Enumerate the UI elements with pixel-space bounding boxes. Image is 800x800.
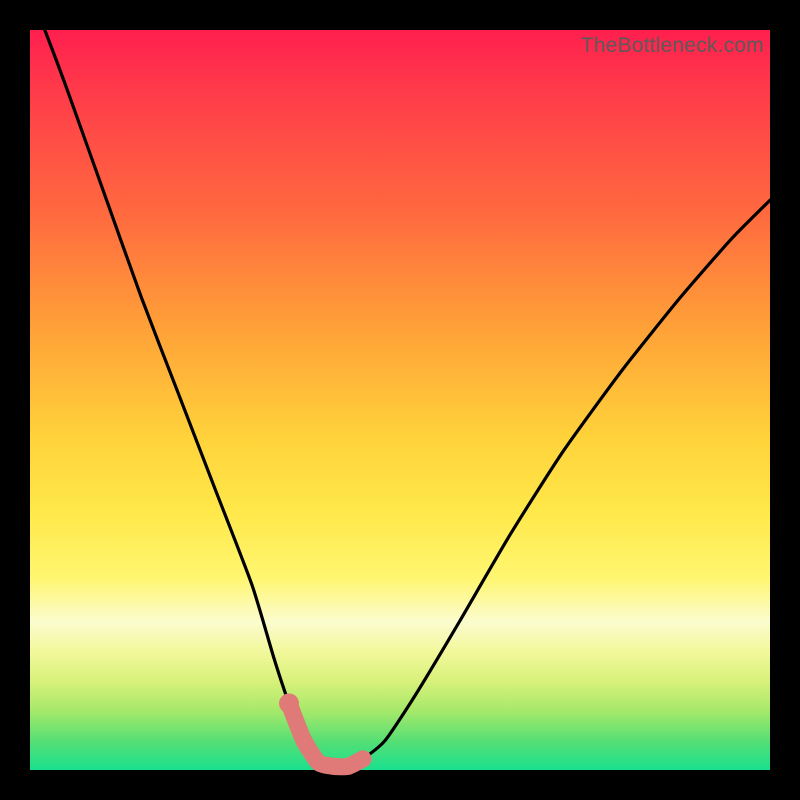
highlight-dot xyxy=(295,732,312,749)
highlight-dot xyxy=(340,758,357,775)
highlight-dot xyxy=(279,693,299,713)
bottleneck-curve-path xyxy=(30,0,770,767)
chart-frame: TheBottleneck.com xyxy=(0,0,800,800)
highlight-dot xyxy=(355,750,372,767)
highlight-dot xyxy=(325,758,342,775)
bottleneck-curve-svg xyxy=(30,30,770,770)
highlight-dot xyxy=(310,754,327,771)
